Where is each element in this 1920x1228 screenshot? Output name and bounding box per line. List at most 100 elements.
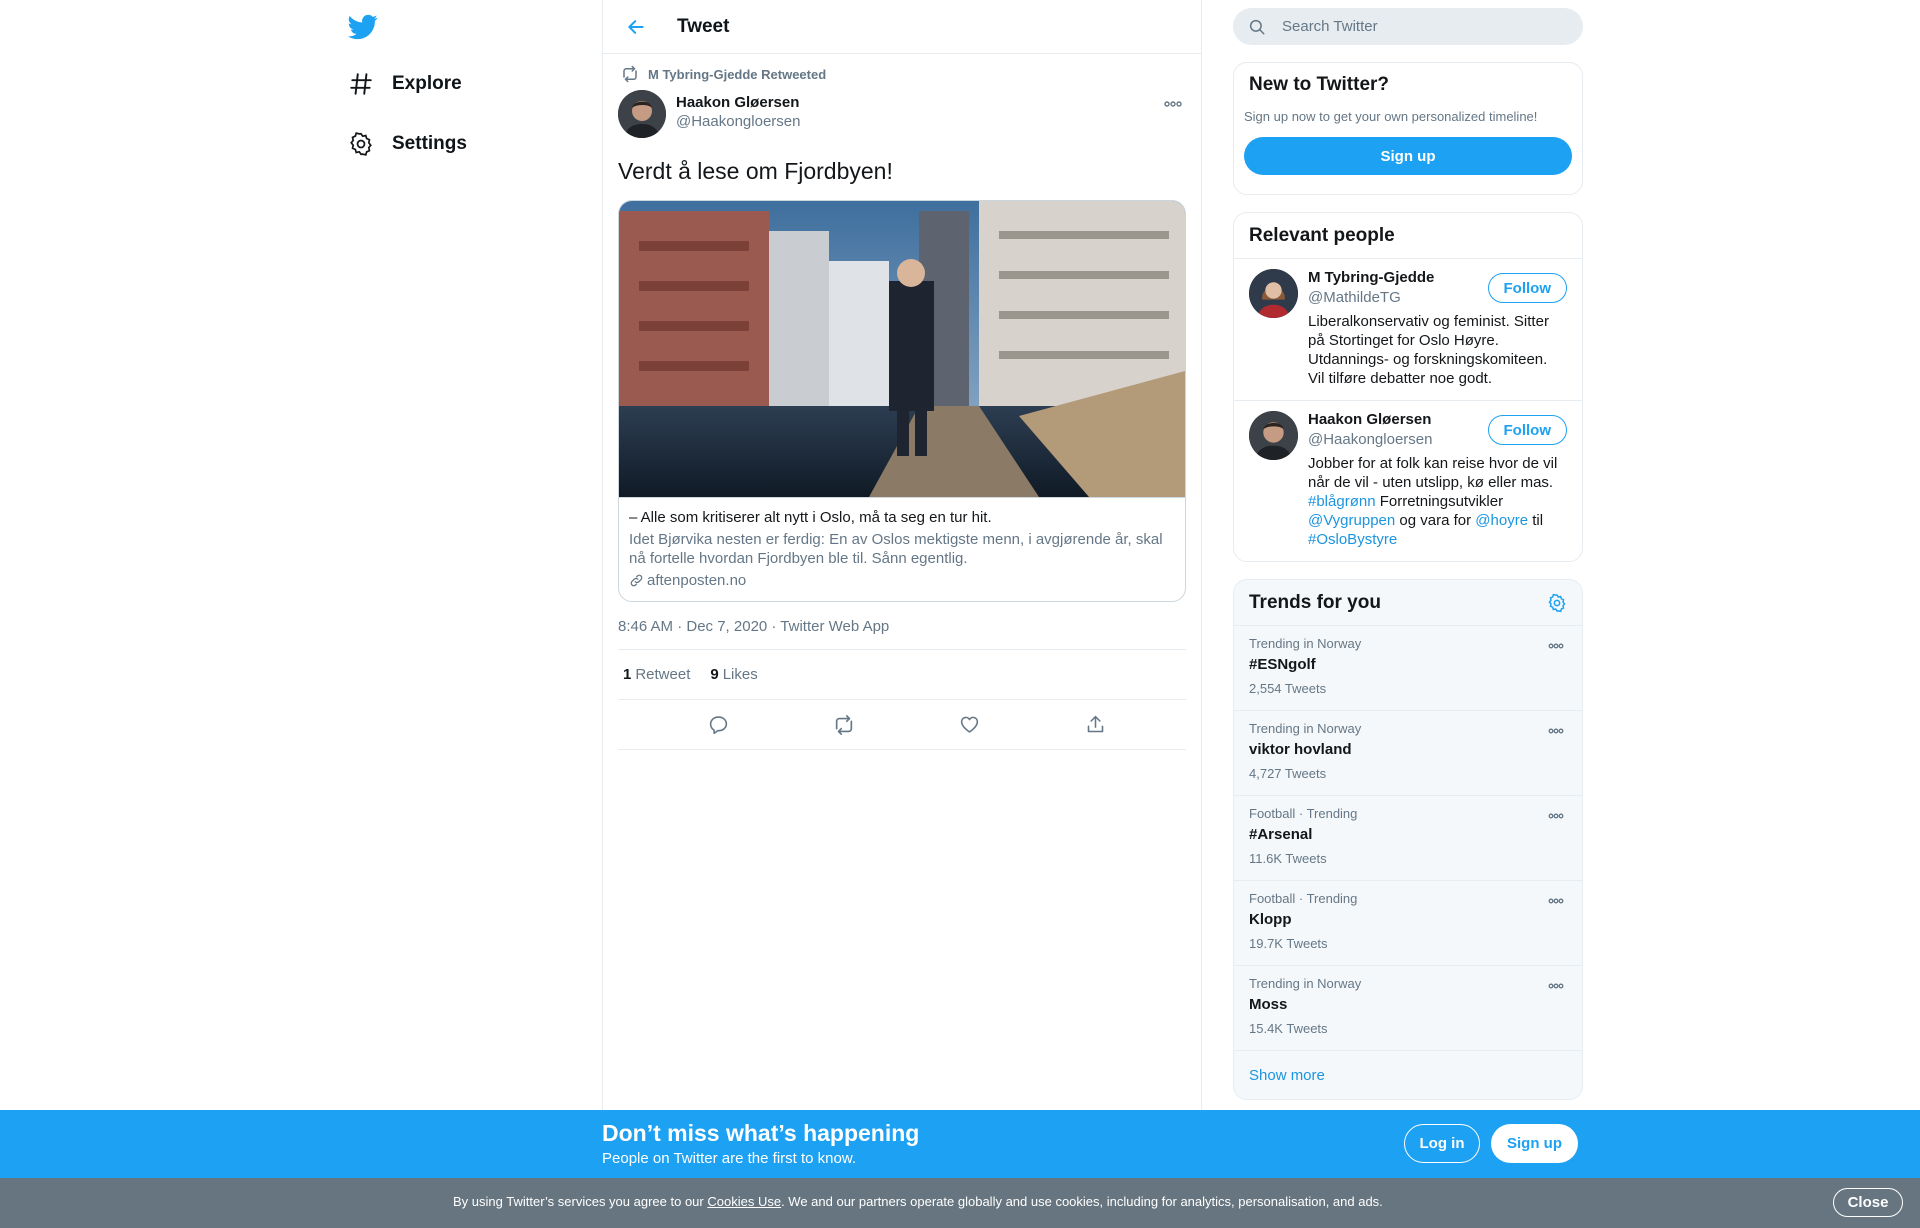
trend-item[interactable]: Football · Trending #Arsenal 11.6K Tweet… [1234,796,1582,881]
search-input[interactable] [1282,18,1562,35]
like-heart-icon[interactable] [953,708,987,742]
link-card[interactable]: – Alle som kritiserer alt nytt i Oslo, m… [618,200,1186,602]
more-options-icon[interactable] [1545,808,1567,824]
hashtag-link[interactable]: #blågrønn [1308,493,1376,510]
relevant-people-box: Relevant people M Tybring-Gjedde @Mathil… [1233,212,1583,562]
nav-settings-label: Settings [392,133,467,154]
trend-name: #Arsenal [1249,826,1313,843]
bio-text: og vara for [1399,512,1472,529]
main-header: Tweet [603,0,1201,54]
person-item[interactable]: Haakon Gløersen @Haakongloersen Jobber f… [1234,401,1582,561]
trend-context: Football · Trending [1249,891,1358,906]
trend-name: #ESNgolf [1249,656,1316,673]
person-bio: Liberalkonservativ og feminist. Sitter p… [1308,313,1549,387]
trend-item[interactable]: Football · Trending Klopp 19.7K Tweets [1234,881,1582,966]
trend-context: Football · Trending [1249,806,1358,821]
hashtag-link[interactable]: #OsloBystyre [1308,531,1397,548]
bio-text: Jobber for at folk kan reise hvor de vil… [1308,455,1558,491]
card-domain: aftenposten.no [629,572,1175,589]
tweet-text: Verdt å lese om Fjordbyen! [618,158,893,184]
like-count-label: Likes [722,666,758,683]
avatar[interactable] [618,90,666,138]
tweet-author: Haakon Gløersen @Haakongloersen [618,90,1186,142]
card-description: Idet Bjørvika nesten er ferdig: En av Os… [629,531,1163,567]
trends-title: Trends for you [1249,591,1381,613]
trends-header: Trends for you [1234,580,1582,626]
main-column: Tweet M Tybring-Gjedde Retweeted Haakon … [602,0,1202,1110]
trend-context: Trending in Norway [1249,636,1362,651]
follow-button[interactable]: Follow [1487,273,1567,303]
more-options-icon[interactable] [1545,893,1567,909]
banner-subheading: People on Twitter are the first to know. [602,1150,857,1167]
mention-link[interactable]: @hoyre [1475,512,1528,529]
retweet-context: M Tybring-Gjedde Retweeted [618,54,1186,90]
retweeted-by-label[interactable]: M Tybring-Gjedde Retweeted [648,67,826,82]
trend-item[interactable]: Trending in Norway #ESNgolf 2,554 Tweets [1234,626,1582,711]
back-arrow-icon[interactable] [619,10,653,44]
link-icon [629,573,645,589]
tweet-timestamp: 8:46 AM · Dec 7, 2020 · Twitter Web App [618,618,1186,650]
retweet-button-icon[interactable] [827,708,861,742]
author-info: Haakon Gløersen @Haakongloersen [676,90,800,130]
new-to-twitter-subtitle: Sign up now to get your own personalized… [1244,109,1538,124]
mention-link[interactable]: @Vygruppen [1308,512,1395,529]
nav-settings[interactable]: Settings [348,124,467,164]
trend-context: Trending in Norway [1249,976,1362,991]
retweet-icon [620,64,640,84]
search-icon [1248,17,1268,37]
card-body: – Alle som kritiserer alt nytt i Oslo, m… [619,497,1185,601]
bio-text: Forretningsutvikler [1379,493,1504,510]
retweet-count[interactable]: 1 Retweet [623,666,690,683]
more-options-icon[interactable] [1160,94,1186,114]
login-button[interactable]: Log in [1404,1124,1480,1163]
tweet-actions [618,700,1186,750]
gear-icon [348,131,374,157]
search-bar[interactable] [1233,8,1583,45]
reply-icon[interactable] [702,708,736,742]
cookies-use-link[interactable]: Cookies Use [707,1194,781,1209]
tweet-stats: 1 Retweet 9 Likes [618,650,1186,700]
right-sidebar: New to Twitter? Sign up now to get your … [1233,0,1583,1100]
tweet: M Tybring-Gjedde Retweeted Haakon Gløers… [603,54,1201,750]
share-icon[interactable] [1078,708,1112,742]
card-image [619,201,1185,497]
person-item[interactable]: M Tybring-Gjedde @MathildeTG Liberalkons… [1234,259,1582,401]
trend-count: 15.4K Tweets [1249,1021,1328,1036]
more-options-icon[interactable] [1545,723,1567,739]
trend-item[interactable]: Trending in Norway viktor hovland 4,727 … [1234,711,1582,796]
retweet-count-label: Retweet [635,666,691,683]
avatar[interactable] [1249,269,1298,318]
twitter-logo-icon[interactable] [348,12,378,42]
sidebar-signup-button[interactable]: Sign up [1244,137,1572,175]
trend-count: 19.7K Tweets [1249,936,1328,951]
hashtag-icon [348,71,374,97]
like-count-number: 9 [710,666,719,683]
more-options-icon[interactable] [1545,638,1567,654]
trend-name: Moss [1249,996,1288,1013]
cookie-prefix: By using Twitter’s services you agree to… [453,1194,704,1209]
nav-explore[interactable]: Explore [348,64,462,104]
cookie-close-button[interactable]: Close [1833,1188,1903,1217]
like-count[interactable]: 9 Likes [710,666,757,683]
trends-settings-gear-icon[interactable] [1545,591,1569,615]
banner-signup-button[interactable]: Sign up [1491,1124,1578,1163]
trends-box: Trends for you Trending in Norway #ESNgo… [1233,579,1583,1100]
page-title: Tweet [677,15,730,37]
follow-button[interactable]: Follow [1487,415,1567,445]
card-title: – Alle som kritiserer alt nytt i Oslo, m… [629,509,992,526]
author-handle[interactable]: @Haakongloersen [676,113,800,130]
signup-banner: Don’t miss what’s happening People on Tw… [0,1110,1920,1178]
trend-name: viktor hovland [1249,741,1352,758]
more-options-icon[interactable] [1545,978,1567,994]
avatar[interactable] [1249,411,1298,460]
bio-text: til [1532,512,1544,529]
trend-count: 11.6K Tweets [1249,851,1327,866]
author-name[interactable]: Haakon Gløersen [676,94,800,111]
trend-count: 2,554 Tweets [1249,681,1327,696]
relevant-people-title: Relevant people [1249,224,1395,246]
show-more-link[interactable]: Show more [1234,1051,1582,1099]
relevant-people-header: Relevant people [1234,213,1582,259]
trend-item[interactable]: Trending in Norway Moss 15.4K Tweets [1234,966,1582,1051]
retweet-count-number: 1 [623,666,632,683]
cookie-suffix: . We and our partners operate globally a… [781,1194,1383,1209]
